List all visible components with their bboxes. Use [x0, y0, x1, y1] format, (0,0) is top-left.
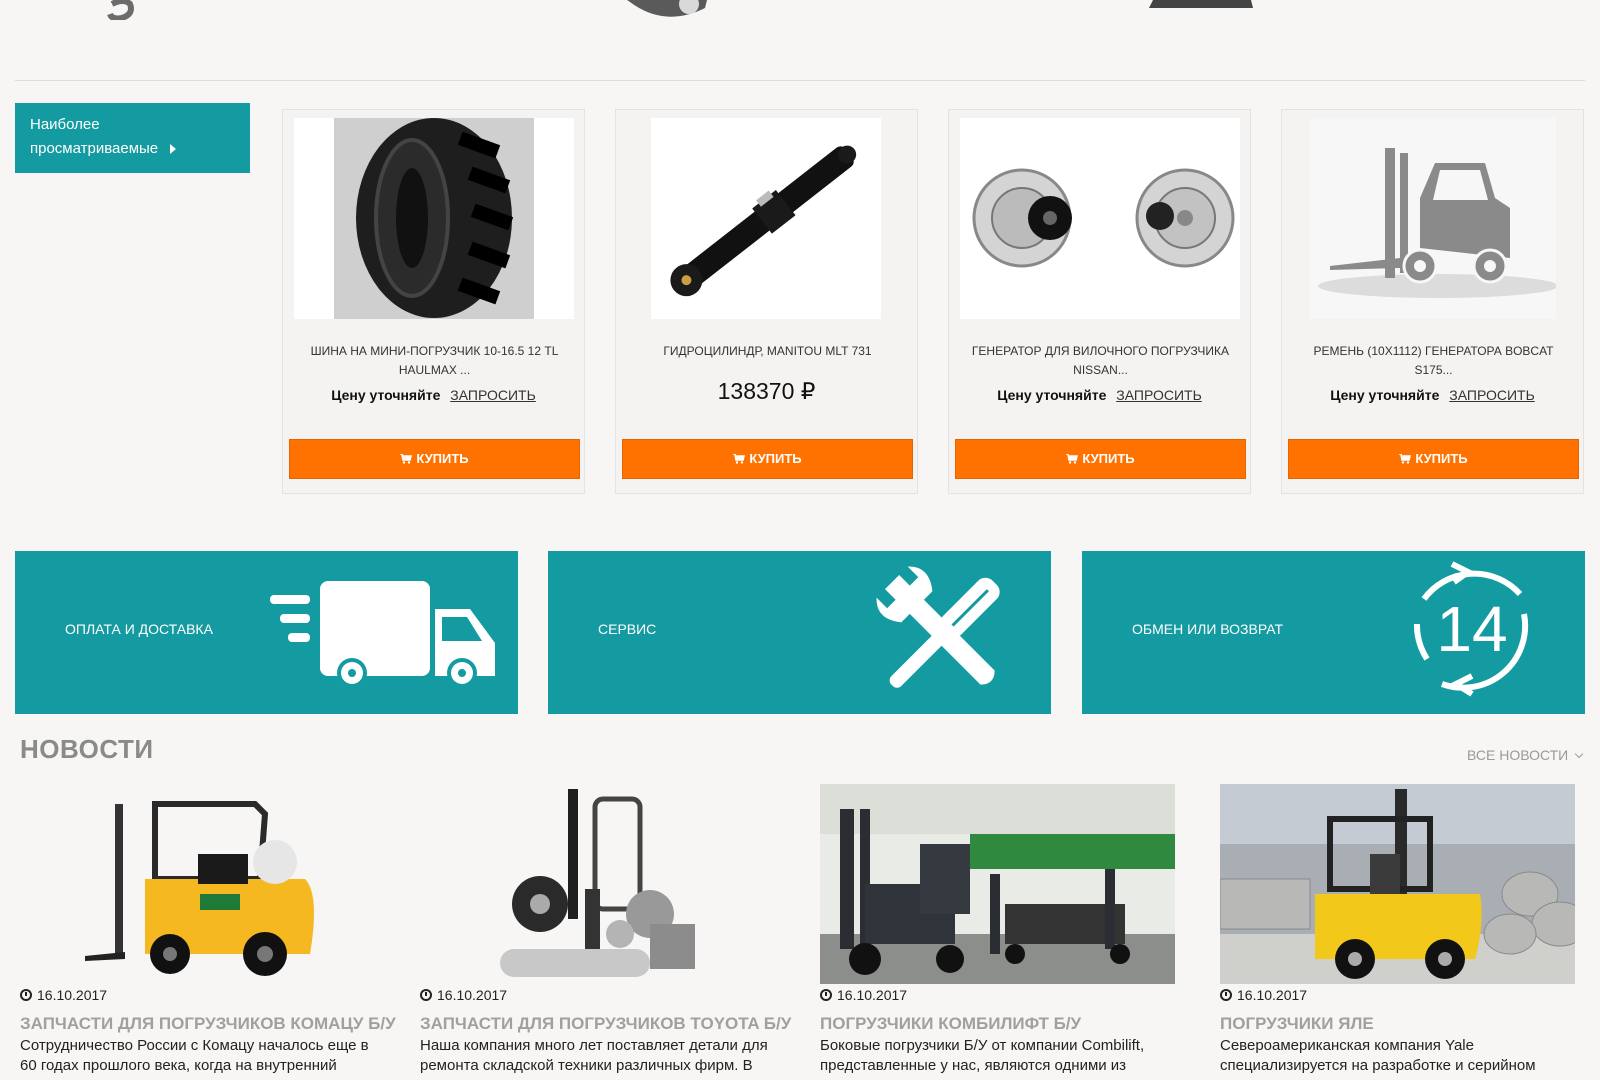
price-on-request-text: Цену уточняйте [331, 387, 441, 403]
product-image-tire[interactable] [294, 118, 574, 319]
news-title[interactable]: ЗАПЧАСТИ ДЛЯ ПОГРУЗЧИКОВ TOYOTA Б/У [420, 1014, 791, 1034]
news-date: 16.10.2017 [820, 987, 907, 1003]
news-date: 16.10.2017 [1220, 987, 1307, 1003]
buy-button[interactable]: КУПИТЬ [1288, 439, 1579, 479]
buy-label: КУПИТЬ [1415, 451, 1468, 466]
product-image-hydraulic-cylinder[interactable] [651, 118, 881, 319]
request-price-link[interactable]: ЗАПРОСИТЬ [1116, 387, 1202, 403]
news-date: 16.10.2017 [420, 987, 507, 1003]
cart-icon [1066, 454, 1079, 464]
clock-icon [820, 989, 832, 1001]
all-news-link[interactable]: ВСЕ НОВОСТИ [1467, 747, 1584, 763]
product-title[interactable]: РЕМЕНЬ (10X1112) ГЕНЕРАТОРА BOBCAT S175.… [1302, 342, 1565, 380]
most-viewed-label-1: Наиболее [30, 116, 100, 133]
product-card[interactable]: ШИНА НА МИНИ-ПОГРУЗЧИК 10-16.5 12 TL HAU… [282, 109, 585, 494]
news-date: 16.10.2017 [20, 987, 107, 1003]
news-image-komatsu-forklift[interactable] [20, 784, 375, 984]
category-icons-strip [0, 0, 1600, 81]
banner-label: ОБМЕН ИЛИ ВОЗВРАТ [1132, 621, 1284, 637]
buy-label: КУПИТЬ [1082, 451, 1135, 466]
product-card[interactable]: РЕМЕНЬ (10X1112) ГЕНЕРАТОРА BOBCAT S175.… [1281, 109, 1584, 494]
buy-button[interactable]: КУПИТЬ [289, 439, 580, 479]
product-title[interactable]: ШИНА НА МИНИ-ПОГРУЗЧИК 10-16.5 12 TL HAU… [303, 342, 566, 380]
category-icon-machine[interactable] [1143, 0, 1263, 20]
product-title[interactable]: ГЕНЕРАТОР ДЛЯ ВИЛОЧНОГО ПОГРУЗЧИКА NISSA… [969, 342, 1232, 380]
return-14-icon: 14 [1413, 561, 1529, 697]
buy-label: КУПИТЬ [416, 451, 469, 466]
product-image-alternator[interactable] [960, 118, 1240, 319]
news-title[interactable]: ПОГРУЗЧИКИ КОМБИЛИФТ Б/У [820, 1014, 1081, 1034]
product-image-forklift-placeholder[interactable] [1310, 118, 1556, 319]
price-row: Цену уточняйте ЗАПРОСИТЬ [1282, 387, 1583, 403]
category-icon-tire[interactable] [625, 0, 725, 20]
cart-icon [1399, 454, 1412, 464]
truck-icon [270, 581, 495, 688]
return-days-number: 14 [1436, 593, 1507, 665]
price-row: Цену уточняйте ЗАПРОСИТЬ [283, 387, 584, 403]
news-item[interactable]: 16.10.2017 ЗАПЧАСТИ ДЛЯ ПОГРУЗЧИКОВ КОМА… [20, 784, 396, 1080]
cart-icon [733, 454, 746, 464]
news-date-text: 16.10.2017 [437, 987, 508, 1003]
banner-service[interactable]: СЕРВИС [548, 551, 1051, 714]
clock-icon [20, 989, 32, 1001]
news-date-text: 16.10.2017 [37, 987, 108, 1003]
buy-label: КУПИТЬ [749, 451, 802, 466]
news-item[interactable]: 16.10.2017 ЗАПЧАСТИ ДЛЯ ПОГРУЗЧИКОВ TOYO… [420, 784, 791, 1080]
clock-icon [420, 989, 432, 1001]
banner-payment-delivery[interactable]: ОПЛАТА И ДОСТАВКА [15, 551, 518, 714]
chevron-down-icon [1574, 749, 1584, 759]
divider [15, 80, 1585, 81]
product-carousel: ШИНА НА МИНИ-ПОГРУЗЧИК 10-16.5 12 TL HAU… [282, 109, 1585, 494]
news-date-text: 16.10.2017 [837, 987, 908, 1003]
product-price: 138370 ₽ [717, 378, 816, 404]
banner-exchange-return[interactable]: ОБМЕН ИЛИ ВОЗВРАТ 14 [1082, 551, 1585, 714]
price-on-request-text: Цену уточняйте [997, 387, 1107, 403]
most-viewed-label-2: просматриваемые [30, 140, 159, 157]
news-excerpt: Наша компания много лет поставляет детал… [420, 1037, 768, 1074]
news-item[interactable]: 16.10.2017 ПОГРУЗЧИКИ КОМБИЛИФТ Б/У Боко… [820, 784, 1180, 1080]
news-title[interactable]: ЗАПЧАСТИ ДЛЯ ПОГРУЗЧИКОВ КОМАЦУ Б/У [20, 1014, 396, 1034]
cart-icon [400, 454, 413, 464]
news-excerpt: Боковые погрузчики Б/У от компании Combi… [820, 1037, 1145, 1074]
buy-button[interactable]: КУПИТЬ [622, 439, 913, 479]
news-image-toyota-parts[interactable] [420, 784, 775, 984]
banner-label: СЕРВИС [598, 621, 657, 637]
buy-button[interactable]: КУПИТЬ [955, 439, 1246, 479]
tools-icon [876, 566, 1000, 688]
most-viewed-tab[interactable]: Наиболее просматриваемые [15, 103, 250, 173]
banner-label: ОПЛАТА И ДОСТАВКА [65, 621, 213, 637]
news-date-text: 16.10.2017 [1237, 987, 1308, 1003]
price-on-request-text: Цену уточняйте [1330, 387, 1440, 403]
request-price-link[interactable]: ЗАПРОСИТЬ [450, 387, 536, 403]
news-title[interactable]: ПОГРУЗЧИКИ ЯЛЕ [1220, 1014, 1374, 1034]
clock-icon [1220, 989, 1232, 1001]
category-icon-number[interactable] [100, 0, 160, 20]
product-card[interactable]: ГИДРОЦИЛИНДР, MANITOU MLT 731 138370 ₽ К… [615, 109, 918, 494]
product-title[interactable]: ГИДРОЦИЛИНДР, MANITOU MLT 731 [636, 342, 899, 361]
price-row: Цену уточняйте ЗАПРОСИТЬ [949, 387, 1250, 403]
product-card[interactable]: ГЕНЕРАТОР ДЛЯ ВИЛОЧНОГО ПОГРУЗЧИКА NISSA… [948, 109, 1251, 494]
news-item[interactable]: 16.10.2017 ПОГРУЗЧИКИ ЯЛЕ Североамерикан… [1220, 784, 1580, 1080]
all-news-label: ВСЕ НОВОСТИ [1467, 747, 1569, 763]
request-price-link[interactable]: ЗАПРОСИТЬ [1449, 387, 1535, 403]
caret-right-icon [170, 144, 177, 155]
news-image-combilift[interactable] [820, 784, 1175, 984]
news-image-yale-forklift[interactable] [1220, 784, 1575, 984]
news-excerpt: Сотрудничество России с Комацу началось … [20, 1037, 369, 1074]
news-excerpt: Североамериканская компания Yale специал… [1220, 1037, 1536, 1074]
news-heading: НОВОСТИ [20, 734, 154, 764]
